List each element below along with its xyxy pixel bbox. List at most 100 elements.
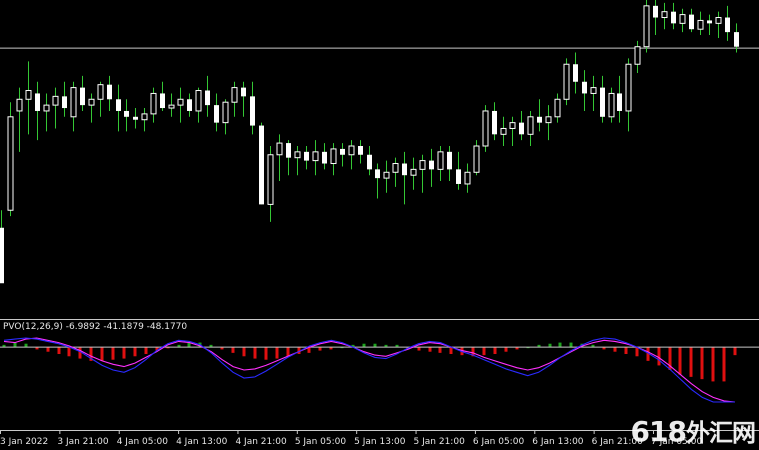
candle — [482, 105, 489, 152]
candle — [573, 52, 578, 94]
candle — [70, 81, 77, 132]
price-panel — [0, 0, 759, 284]
candle — [617, 75, 622, 123]
candle — [124, 99, 129, 132]
candle — [600, 75, 605, 123]
pvo-histogram-bar — [635, 347, 639, 357]
candle-body — [437, 151, 444, 170]
candle-body — [383, 171, 390, 179]
candle — [133, 108, 138, 129]
candle — [661, 2, 668, 30]
candle-body — [16, 98, 23, 112]
candle-body — [500, 127, 507, 135]
candle-body — [322, 151, 327, 164]
candle-body — [312, 151, 319, 162]
candle — [231, 81, 238, 117]
candle — [509, 116, 516, 146]
pvo-histogram-bar — [78, 347, 82, 359]
candle-body — [509, 122, 516, 129]
candle-body — [563, 63, 570, 100]
candle-body — [590, 87, 597, 94]
pvo-histogram-bar — [624, 347, 628, 354]
candle-body — [689, 14, 694, 30]
candle-body — [286, 143, 291, 158]
candle-body — [608, 92, 615, 118]
candle-body — [671, 11, 676, 24]
candle-body — [419, 160, 426, 170]
pvo-histogram-bar — [428, 347, 432, 352]
candle — [322, 143, 327, 170]
pvo-histogram-bar — [504, 347, 508, 352]
candle-body — [241, 87, 246, 97]
candle-body — [222, 101, 229, 124]
pvo-histogram-bar — [133, 347, 137, 357]
candle-body — [294, 151, 301, 159]
candle-body — [97, 84, 104, 100]
candle-body — [392, 163, 399, 173]
candle-body — [519, 122, 524, 135]
candle-body — [62, 96, 67, 109]
candle-body — [250, 96, 255, 126]
candle-body — [124, 110, 129, 117]
candle-body — [25, 90, 32, 100]
pvo-histogram-bar — [548, 343, 552, 348]
candle-body — [527, 116, 534, 135]
candle — [707, 14, 712, 36]
pvo-histogram-bar — [438, 347, 442, 353]
candle-body — [429, 160, 434, 170]
pvo-histogram-bar — [231, 347, 235, 353]
pvo-histogram-bar — [678, 347, 682, 375]
candle — [563, 58, 570, 106]
pvo-indicator-label: PVO(12,26,9) -6.9892 -41.1879 -48.1770 — [3, 322, 188, 332]
pvo-histogram-bar — [700, 347, 704, 380]
pvo-histogram-bar — [449, 347, 453, 354]
candle — [80, 75, 85, 111]
candle-body — [707, 20, 712, 24]
candle — [97, 81, 104, 117]
candle — [267, 146, 274, 222]
site-watermark: 618外汇网 — [631, 413, 756, 448]
candle — [383, 160, 390, 193]
pvo-histogram-bar — [242, 347, 246, 357]
pvo-histogram-bar — [24, 343, 28, 348]
candle — [160, 81, 165, 111]
pvo-histogram-bar — [286, 347, 290, 357]
candle — [625, 58, 632, 132]
candle-body — [473, 145, 480, 173]
candle — [437, 146, 444, 182]
candle-body — [52, 95, 59, 106]
candle-body — [43, 104, 50, 112]
candle — [168, 93, 175, 117]
candle-body — [7, 116, 14, 211]
candle-body — [187, 99, 192, 111]
candle — [671, 2, 676, 30]
candle — [608, 87, 615, 123]
x-tick-label: 6 Jan 13:00 — [532, 437, 584, 447]
candle — [367, 146, 372, 176]
candle-body — [653, 5, 658, 18]
candle-body — [133, 116, 138, 120]
candle — [447, 146, 452, 182]
candle-body — [348, 145, 355, 156]
candle-body — [725, 17, 730, 33]
candle-body — [697, 19, 704, 30]
candle — [195, 87, 202, 123]
candle-body — [177, 98, 184, 106]
candle — [500, 116, 507, 146]
candle-body — [276, 142, 283, 156]
x-tick-label: 4 Jan 21:00 — [235, 437, 287, 447]
candle — [7, 102, 14, 217]
candle-body — [545, 116, 552, 124]
pvo-histogram-bar — [253, 347, 257, 359]
candle — [590, 75, 597, 111]
candle-body — [447, 151, 452, 170]
candle — [653, 0, 658, 36]
candle — [429, 148, 434, 187]
candle — [0, 210, 4, 284]
candle-body — [573, 64, 578, 82]
candle — [177, 87, 184, 123]
candle — [286, 140, 291, 176]
candle — [205, 75, 210, 117]
candle-body — [160, 93, 165, 109]
candle — [643, 0, 650, 53]
